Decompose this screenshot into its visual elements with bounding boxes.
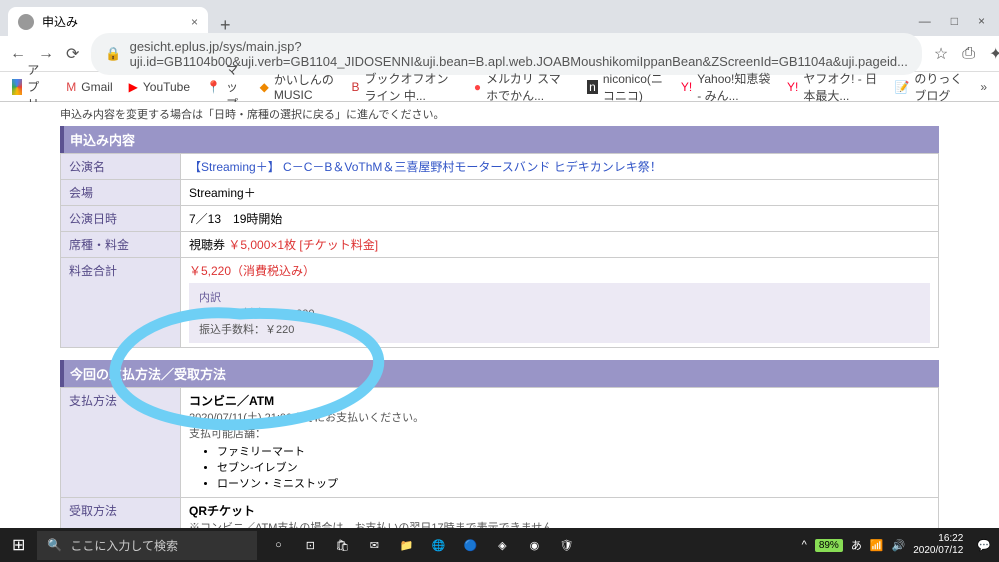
payment-due: 2020/07/11(土) 21:00までにお支払いください。 [189, 412, 424, 424]
breakdown-fee: 振込手数料：￥220 [199, 321, 920, 337]
bookmark-niconico[interactable]: nniconico(ニコニコ) [587, 70, 665, 104]
receive-cell: QRチケット ※コンビニ／ATM支払の場合は、お支払いの翌日17時まで表示できま… [181, 498, 939, 529]
taskbar: ⊞ 🔍 ここに入力して検索 ○ ⊡ 🛍 ✉ 📁 🌐 🔵 ◈ ◉ 🛡 ^ 89% … [0, 528, 999, 562]
browser-tab[interactable]: 申込み × [8, 7, 208, 36]
bookmark-orikku[interactable]: 📝のりっくブログ [894, 70, 964, 104]
cortana-icon[interactable]: ○ [265, 532, 291, 558]
intro-text: 申込み内容を変更する場合は「日時・席種の選択に戻る」に進んでください。 [60, 106, 939, 122]
taskview-icon[interactable]: ⊡ [297, 532, 323, 558]
explorer-icon[interactable]: 📁 [393, 532, 419, 558]
bookmark-bookoff[interactable]: Bブックオフオンライン 中... [351, 70, 457, 104]
performance-name: 【Streaming＋】 C－C－B＆VoThM＆三喜屋野村モータースバンド ヒ… [181, 154, 939, 180]
maximize-icon[interactable]: □ [951, 14, 958, 28]
clock[interactable]: 16:22 2020/07/12 [913, 533, 969, 557]
section-header-application: 申込み内容 [60, 126, 939, 153]
bookmark-yahoo-chie[interactable]: Y!Yahoo!知恵袋 - みん... [681, 70, 771, 104]
app-icon[interactable]: 🛡 [553, 532, 579, 558]
label-performance: 公演名 [61, 154, 181, 180]
wifi-icon[interactable]: 📶 [870, 539, 884, 552]
search-icon: 🔍 [47, 538, 62, 552]
payment-store-label: 支払可能店舗： [189, 428, 266, 440]
star-icon[interactable]: ☆ [934, 44, 948, 64]
seat-price-value: 視聴券 ￥5,000×1枚 [チケット料金] [181, 232, 939, 258]
store-icon[interactable]: 🛍 [329, 532, 355, 558]
browser-toolbar: ← → ⟳ 🔒 gesicht.eplus.jp/sys/main.jsp?uj… [0, 36, 999, 72]
store-item: セブン-イレブン [217, 459, 930, 475]
tab-title: 申込み [42, 13, 78, 30]
taskbar-search[interactable]: 🔍 ここに入力して検索 [37, 531, 257, 560]
store-item: ファミリーマート [217, 443, 930, 459]
ime-icon[interactable]: あ [851, 537, 862, 553]
bookmarks-bar: アプリ MGmail ▶YouTube 📍マップ ◆かいしんのMUSIC Bブッ… [0, 72, 999, 102]
notification-icon[interactable]: 💬 [977, 539, 991, 552]
edge-icon[interactable]: 🌐 [425, 532, 451, 558]
total-value: ￥5,220（消費税込み） 内訳 チケット料金：￥5,000 振込手数料：￥22… [181, 258, 939, 348]
breakdown-title: 内訳 [199, 289, 920, 305]
close-icon[interactable]: × [978, 14, 985, 28]
chrome-icon[interactable]: 🔵 [457, 532, 483, 558]
reload-icon[interactable]: ⟳ [66, 44, 79, 64]
extension-icon[interactable]: ✦ [989, 44, 999, 64]
back-icon[interactable]: ← [10, 45, 26, 63]
system-tray: ^ 89% あ 📶 🔊 16:22 2020/07/12 💬 [794, 533, 999, 557]
bookmark-mercari[interactable]: ●メルカリ スマホでかん... [474, 70, 571, 104]
mail-icon[interactable]: ✉ [361, 532, 387, 558]
tray-chevron[interactable]: ^ [802, 539, 807, 551]
label-seat-price: 席種・料金 [61, 232, 181, 258]
forward-icon[interactable]: → [38, 45, 54, 63]
bookmark-kaishin[interactable]: ◆かいしんのMUSIC [260, 71, 336, 102]
browser-tab-bar: 申込み × + — □ × [0, 0, 999, 36]
cast-icon[interactable]: ⎙ [962, 45, 975, 63]
close-icon[interactable]: × [191, 15, 198, 29]
payment-cell: コンビニ／ATM 2020/07/11(土) 21:00までにお支払いください。… [181, 388, 939, 498]
volume-icon[interactable]: 🔊 [892, 539, 906, 552]
window-controls: — □ × [905, 14, 999, 36]
label-total: 料金合計 [61, 258, 181, 348]
label-payment: 支払方法 [61, 388, 181, 498]
app-icon[interactable]: ◉ [521, 532, 547, 558]
application-table: 公演名 【Streaming＋】 C－C－B＆VoThM＆三喜屋野村モータースバ… [60, 153, 939, 348]
breakdown-ticket: チケット料金：￥5,000 [199, 305, 920, 321]
section-header-payment: 今回の支払方法／受取方法 [60, 360, 939, 387]
battery-indicator[interactable]: 89% [815, 539, 843, 552]
label-venue: 会場 [61, 180, 181, 206]
search-placeholder: ここに入力して検索 [70, 537, 178, 554]
url-text: gesicht.eplus.jp/sys/main.jsp?uji.id=GB1… [130, 39, 908, 69]
minimize-icon[interactable]: — [919, 14, 931, 28]
store-item: ローソン・ミニストップ [217, 475, 930, 491]
page-content: 申込み内容を変更する場合は「日時・席種の選択に戻る」に進んでください。 申込み内… [0, 102, 999, 528]
label-datetime: 公演日時 [61, 206, 181, 232]
payment-table: 支払方法 コンビニ／ATM 2020/07/11(土) 21:00までにお支払い… [60, 387, 939, 528]
datetime-value: 7／13 19時開始 [181, 206, 939, 232]
lock-icon: 🔒 [105, 46, 121, 62]
bookmark-youtube[interactable]: ▶YouTube [129, 80, 190, 94]
bookmark-yahoo-auc[interactable]: Y!ヤフオク! - 日本最大... [787, 70, 878, 104]
start-button[interactable]: ⊞ [0, 535, 37, 555]
app-icon[interactable]: ◈ [489, 532, 515, 558]
bookmark-gmail[interactable]: MGmail [66, 80, 112, 94]
tab-favicon [18, 14, 34, 30]
venue-value: Streaming＋ [181, 180, 939, 206]
label-receive: 受取方法 [61, 498, 181, 529]
breakdown-box: 内訳 チケット料金：￥5,000 振込手数料：￥220 [189, 283, 930, 343]
bookmarks-more[interactable]: » [980, 80, 987, 94]
payment-method: コンビニ／ATM [189, 394, 274, 408]
receive-method: QRチケット [189, 504, 255, 518]
